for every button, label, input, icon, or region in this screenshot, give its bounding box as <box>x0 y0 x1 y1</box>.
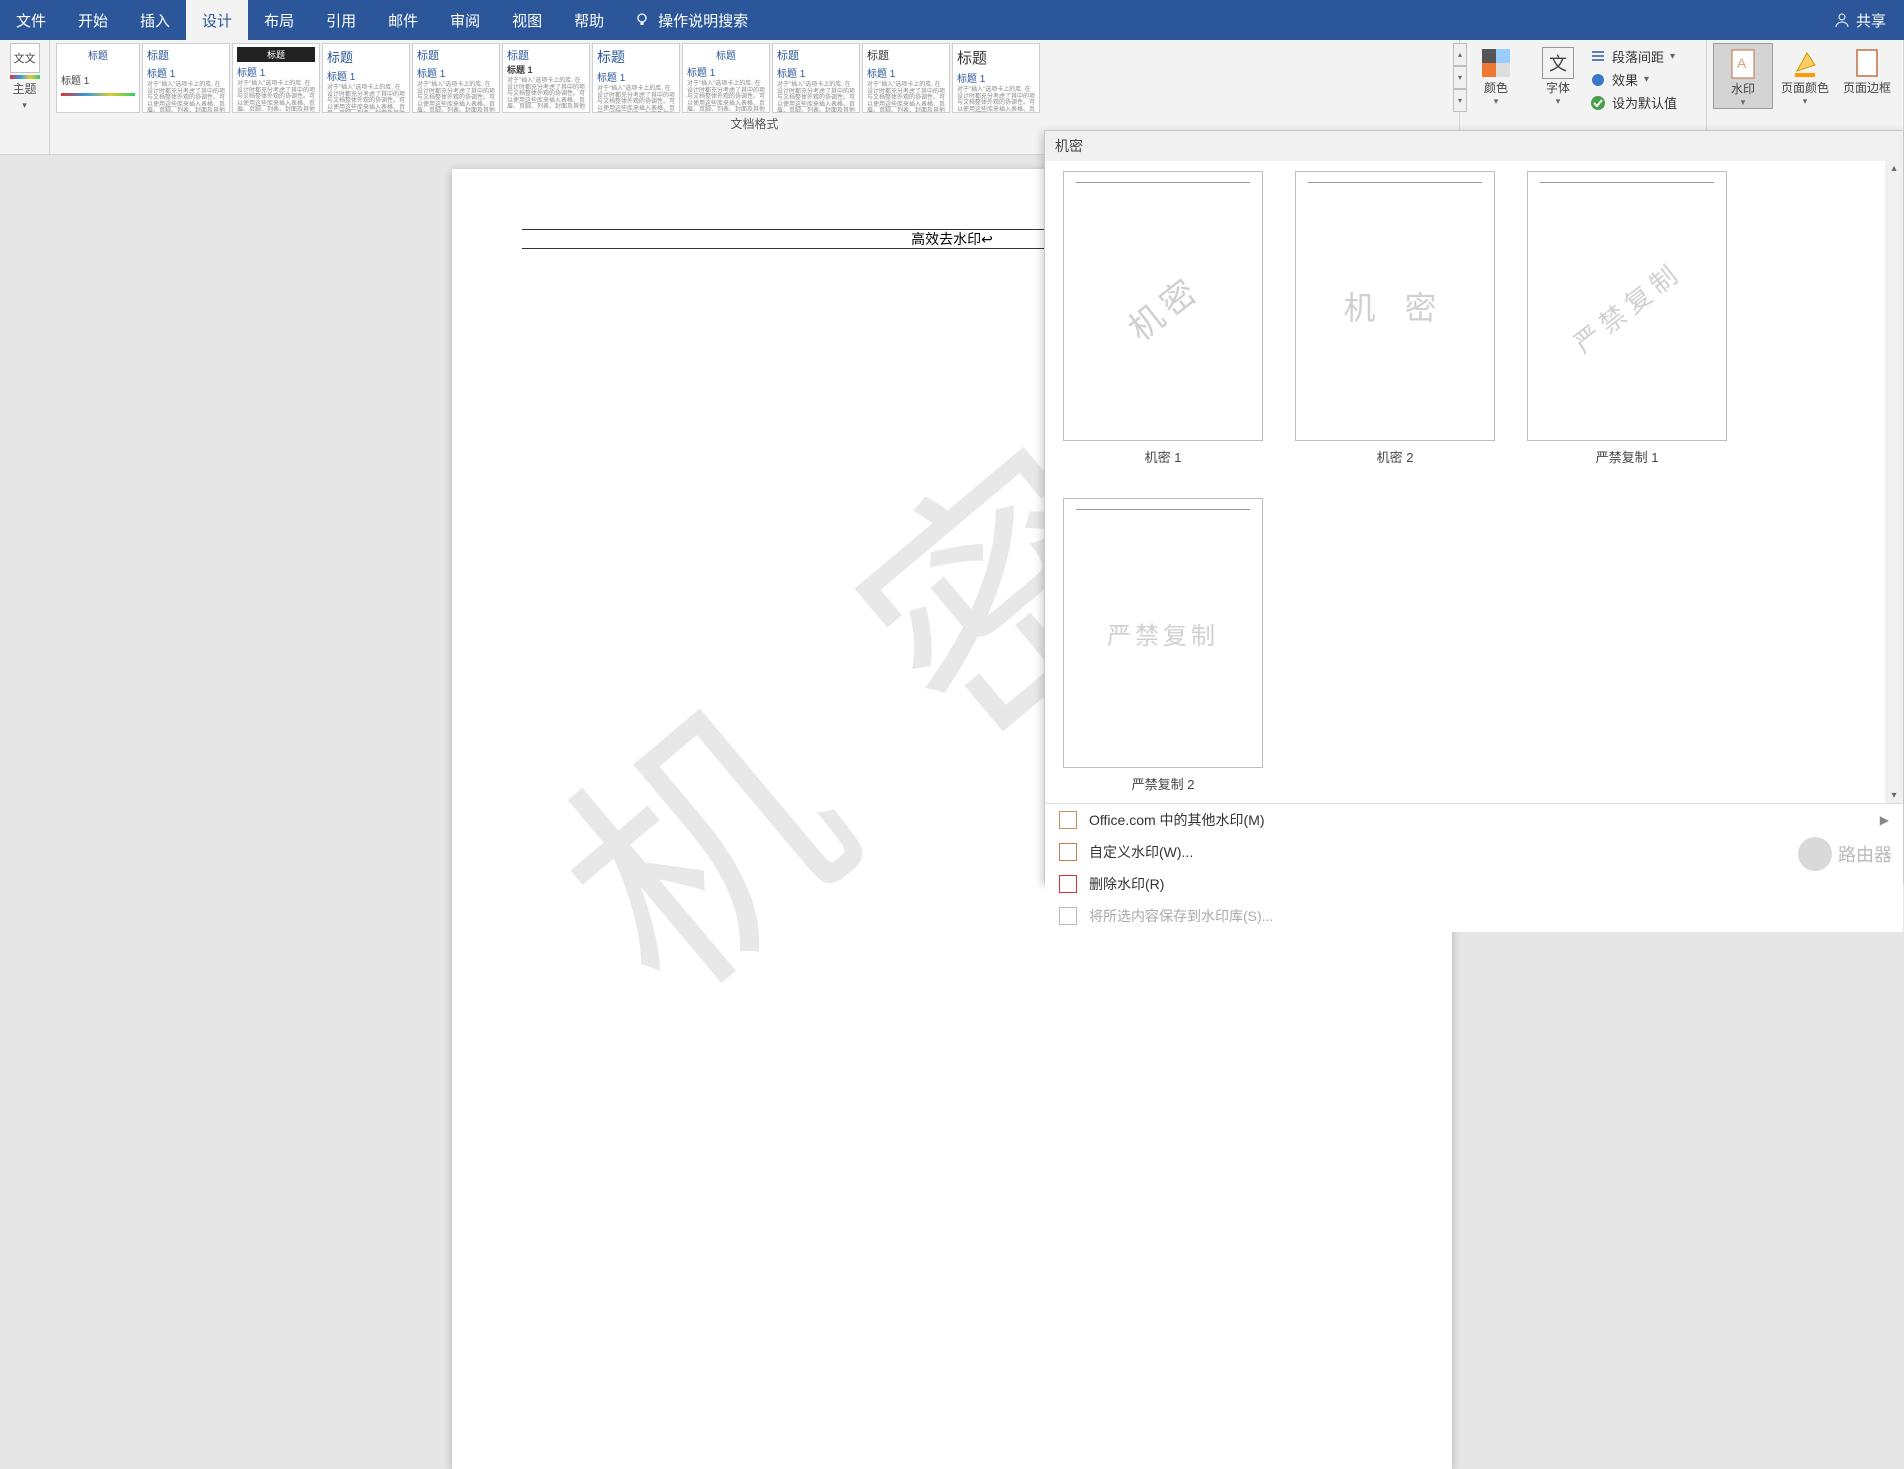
watermark-option-label: 机密 2 <box>1377 447 1414 466</box>
custom-watermark[interactable]: 自定义水印(W)... <box>1045 836 1903 868</box>
style-set-item[interactable]: 标题标题 1对于"插入"选项卡上的库, 在设计时都充分考虑了其中的项与文档整体外… <box>772 43 860 113</box>
tab-review[interactable]: 审阅 <box>434 0 496 40</box>
colors-label: 颜色 <box>1484 79 1508 96</box>
page-color-label: 页面颜色 <box>1781 79 1829 96</box>
watermark-option-confidential-2[interactable]: 机 密 机密 2 <box>1295 171 1495 466</box>
style-set-item[interactable]: 标题标题 1对于"插入"选项卡上的库, 在设计时都充分考虑了其中的项与文档整体外… <box>322 43 410 113</box>
set-default-label: 设为默认值 <box>1612 93 1677 112</box>
style-set-item[interactable]: 标题标题 1对于"插入"选项卡上的库, 在设计时都充分考虑了其中的项与文档整体外… <box>862 43 950 113</box>
watermark-option-label: 严禁复制 2 <box>1132 774 1195 793</box>
themes-button[interactable]: 文文 主题 ▾ <box>4 43 46 111</box>
watermark-gallery-panel: 机密 机密 机密 1 机 密 机密 2 严禁复制 严禁复制 1 严禁复制 严禁复… <box>1044 130 1904 883</box>
style-set-item[interactable]: 标题标题 1对于"插入"选项卡上的库, 在设计时都充分考虑了其中的项与文档整体外… <box>502 43 590 113</box>
watermark-option-label: 机密 1 <box>1145 447 1182 466</box>
office-icon <box>1059 811 1077 829</box>
effects-label: 效果 <box>1612 70 1638 89</box>
custom-watermark-label: 自定义水印(W)... <box>1089 842 1193 862</box>
effects-icon <box>1590 72 1606 88</box>
share-button[interactable]: 共享 <box>1816 10 1904 31</box>
tell-me-search[interactable]: 操作说明搜索 <box>620 10 762 31</box>
page-borders-button[interactable]: 页面边框 <box>1837 43 1897 109</box>
page-border-label: 页面边框 <box>1843 79 1891 96</box>
svg-text:A: A <box>1737 55 1747 71</box>
save-to-gallery: 将所选内容保存到水印库(S)... <box>1045 900 1903 932</box>
watermark-icon: A <box>1727 48 1759 80</box>
tab-file[interactable]: 文件 <box>0 0 62 40</box>
colors-button[interactable]: 颜色▾ <box>1466 43 1526 112</box>
watermark-gallery-body: 机密 机密 1 机 密 机密 2 严禁复制 严禁复制 1 严禁复制 严禁复制 2… <box>1045 161 1903 803</box>
logo-icon <box>1798 837 1832 871</box>
watermark-logo: 路由器 <box>1798 837 1892 871</box>
tab-home[interactable]: 开始 <box>62 0 124 40</box>
checkmark-icon <box>1590 95 1606 111</box>
theme-icon: 文文 <box>10 43 40 73</box>
paragraph-spacing-label: 段落间距 <box>1612 47 1664 66</box>
page-header-text: 高效去水印↩ <box>911 229 993 249</box>
tell-me-label: 操作说明搜索 <box>658 10 748 31</box>
menubar: 文件 开始 插入 设计 布局 引用 邮件 审阅 视图 帮助 操作说明搜索 共享 <box>0 0 1904 40</box>
watermark-option-donotcopy-2[interactable]: 严禁复制 严禁复制 2 <box>1063 498 1263 793</box>
page-color-icon <box>1789 47 1821 79</box>
set-default-button[interactable]: 设为默认值 <box>1590 93 1700 112</box>
more-watermarks-office[interactable]: Office.com 中的其他水印(M) ▶ <box>1045 804 1903 836</box>
style-set-item[interactable]: 标题标题 1对于"插入"选项卡上的库, 在设计时都充分考虑了其中的项与文档整体外… <box>142 43 230 113</box>
remove-icon <box>1059 875 1077 893</box>
page-color-button[interactable]: 页面颜色▾ <box>1775 43 1835 109</box>
lightbulb-icon <box>634 12 650 28</box>
more-watermarks-label: Office.com 中的其他水印(M) <box>1089 810 1265 830</box>
user-icon <box>1834 12 1850 28</box>
tab-ref[interactable]: 引用 <box>310 0 372 40</box>
watermark-menu: Office.com 中的其他水印(M) ▶ 自定义水印(W)... 删除水印(… <box>1045 803 1903 932</box>
tab-layout[interactable]: 布局 <box>248 0 310 40</box>
logo-text: 路由器 <box>1838 841 1892 867</box>
gallery-scroll[interactable]: ▴▾▾ <box>1453 43 1467 112</box>
paragraph-spacing-icon <box>1590 49 1606 65</box>
page-border-icon <box>1851 47 1883 79</box>
save-to-gallery-label: 将所选内容保存到水印库(S)... <box>1089 906 1273 926</box>
watermark-option-donotcopy-1[interactable]: 严禁复制 严禁复制 1 <box>1527 171 1727 466</box>
tab-mail[interactable]: 邮件 <box>372 0 434 40</box>
watermark-label: 水印 <box>1731 80 1755 97</box>
watermark-button[interactable]: A 水印▾ <box>1713 43 1773 109</box>
fonts-button[interactable]: 文 字体▾ <box>1528 43 1588 112</box>
style-set-item[interactable]: 标题标题 1对于"插入"选项卡上的库, 在设计时都充分考虑了其中的项与文档整体外… <box>412 43 500 113</box>
effects-button[interactable]: 效果▾ <box>1590 70 1700 89</box>
paragraph-spacing-button[interactable]: 段落间距▾ <box>1590 47 1700 66</box>
fonts-icon: 文 <box>1542 47 1574 79</box>
panel-scrollbar[interactable]: ▴▾ <box>1885 161 1903 803</box>
style-set-item[interactable]: 标题标题 1对于"插入"选项卡上的库, 在设计时都充分考虑了其中的项与文档整体外… <box>682 43 770 113</box>
tab-help[interactable]: 帮助 <box>558 0 620 40</box>
style-set-item[interactable]: 标题标题 1对于"插入"选项卡上的库, 在设计时都充分考虑了其中的项与文档整体外… <box>232 43 320 113</box>
tab-design[interactable]: 设计 <box>186 0 248 40</box>
panel-section-header: 机密 <box>1045 131 1903 161</box>
colors-icon <box>1480 47 1512 79</box>
remove-watermark-label: 删除水印(R) <box>1089 874 1164 894</box>
themes-label: 主题 <box>12 79 36 100</box>
save-icon <box>1059 907 1077 925</box>
watermark-option-label: 严禁复制 1 <box>1596 447 1659 466</box>
chevron-right-icon: ▶ <box>1880 813 1889 827</box>
tab-view[interactable]: 视图 <box>496 0 558 40</box>
fonts-label: 字体 <box>1546 79 1570 96</box>
share-label: 共享 <box>1856 10 1886 31</box>
document-formatting-gallery[interactable]: 标题 标题 1 标题标题 1对于"插入"选项卡上的库, 在设计时都充分考虑了其中… <box>56 43 1453 113</box>
page-icon <box>1059 843 1077 861</box>
style-set-item[interactable]: 标题 标题 1 <box>56 43 140 113</box>
remove-watermark[interactable]: 删除水印(R) <box>1045 868 1903 900</box>
tab-insert[interactable]: 插入 <box>124 0 186 40</box>
style-set-item[interactable]: 标题标题 1对于"插入"选项卡上的库, 在设计时都充分考虑了其中的项与文档整体外… <box>592 43 680 113</box>
watermark-option-confidential-1[interactable]: 机密 机密 1 <box>1063 171 1263 466</box>
style-set-item[interactable]: 标题标题 1对于"插入"选项卡上的库, 在设计时都充分考虑了其中的项与文档整体外… <box>952 43 1040 113</box>
